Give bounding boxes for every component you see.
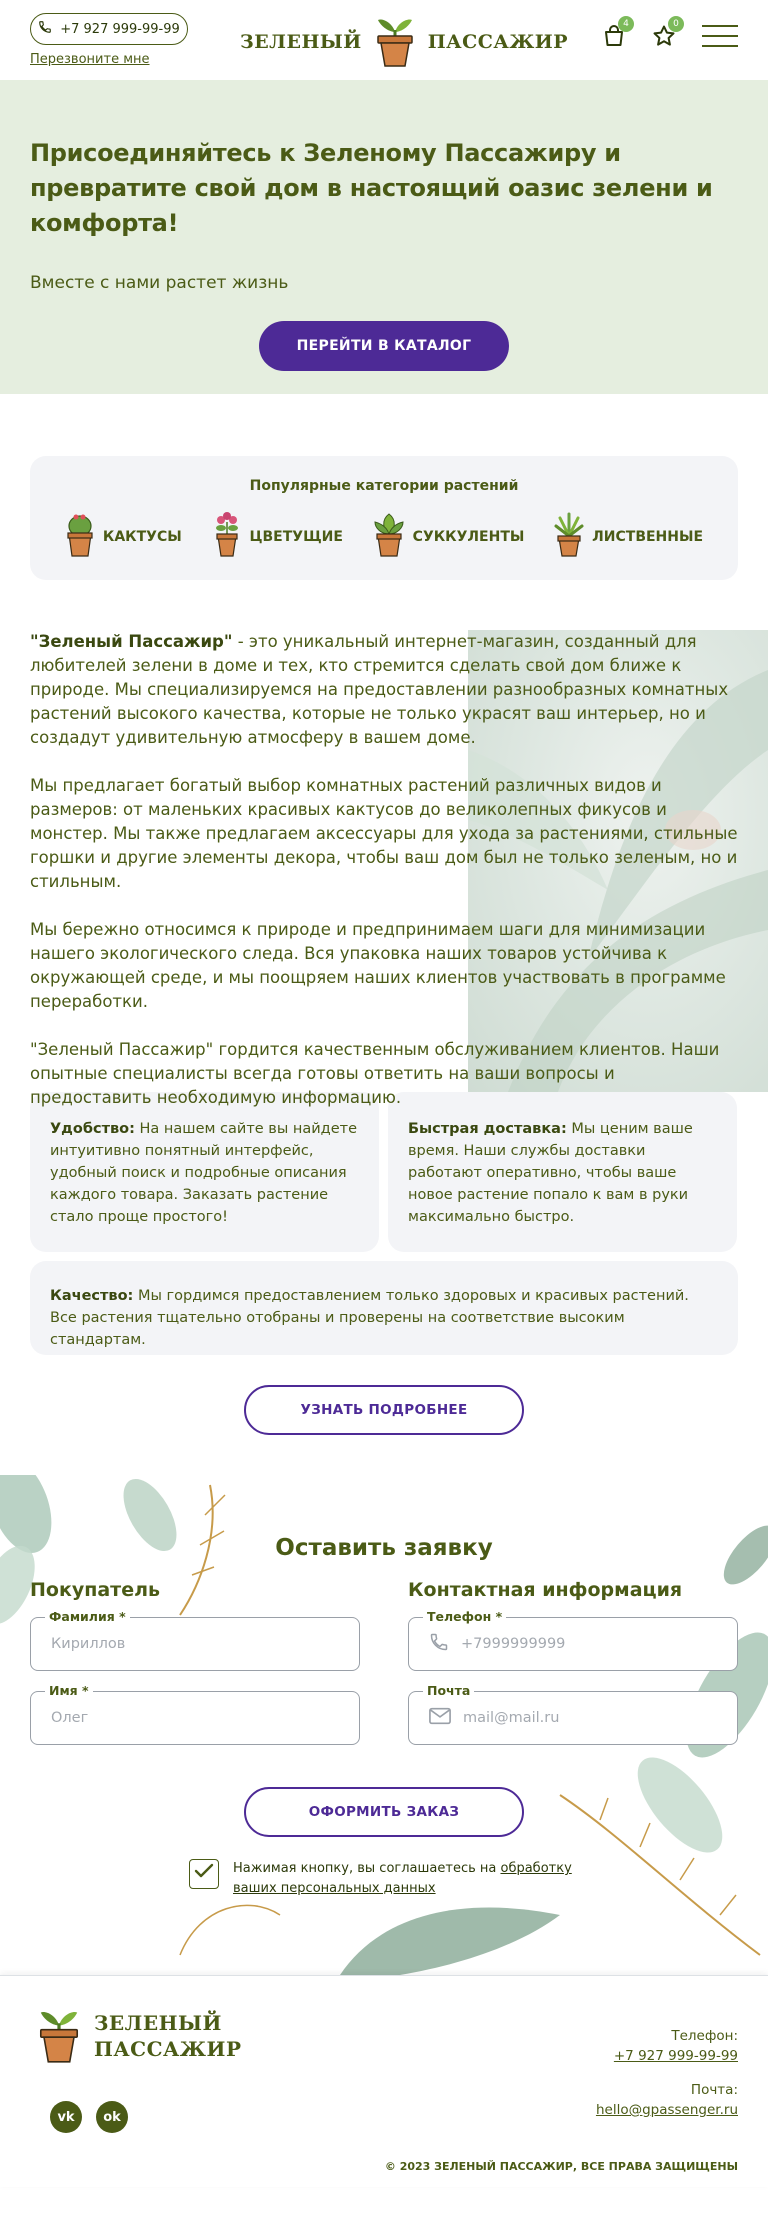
catalog-button[interactable]: ПЕРЕЙТИ В КАТАЛОГ: [259, 321, 509, 371]
category-cacti[interactable]: КАКТУСЫ: [65, 512, 182, 562]
surname-placeholder: Кириллов: [51, 1636, 126, 1652]
copyright: © 2023 ЗЕЛЕНЫЙ ПАССАЖИР, ВСЕ ПРАВА ЗАЩИЩ…: [384, 2160, 738, 2173]
order-form: Покупатель Фамилия * Кириллов Имя * Олег…: [0, 1579, 768, 1765]
about-text: "Зеленый Пассажир" - это уникальный инте…: [0, 630, 768, 1110]
consent-text: Нажимая кнопку, вы соглашаетесь на обраб…: [233, 1861, 572, 1896]
leafy-plant-icon: [554, 512, 584, 562]
email-label: Почта: [423, 1683, 475, 1698]
plant-pot-logo-icon: [36, 2004, 82, 2068]
buyer-column: Покупатель Фамилия * Кириллов Имя * Олег: [30, 1579, 360, 1765]
succulent-icon: [373, 512, 405, 562]
header-phone-button[interactable]: +7 927 999-99-99: [30, 13, 188, 45]
feature-delivery: Быстрая доставка: Мы ценим ваше время. Н…: [388, 1092, 737, 1252]
categories-title: Популярные категории растений: [249, 478, 519, 494]
header-phone-number: +7 927 999-99-99: [60, 21, 180, 37]
category-label: КАКТУСЫ: [102, 529, 182, 545]
buyer-heading: Покупатель: [30, 1579, 161, 1601]
category-label: СУККУЛЕНТЫ: [412, 529, 525, 545]
phone-field[interactable]: Телефон * +7999999999: [408, 1609, 738, 1671]
contact-heading: Контактная информация: [408, 1579, 683, 1601]
category-flowering[interactable]: ЦВЕТУЩИЕ: [212, 512, 343, 562]
site-logo[interactable]: ЗЕЛЕНЫЙ ПАССАЖИР: [240, 12, 568, 72]
callback-link[interactable]: Перезвоните мне: [30, 52, 150, 67]
about-paragraph-3: Мы бережно относимся к природе и предпри…: [30, 920, 726, 1011]
email-field[interactable]: Почта mail@mail.ru: [408, 1683, 738, 1745]
submit-order-button[interactable]: ОФОРМИТЬ ЗАКАЗ: [244, 1787, 524, 1837]
phone-icon: [38, 20, 52, 38]
about-paragraph-4: "Зеленый Пассажир" гордится качественным…: [30, 1040, 720, 1107]
footer-phone-label: Телефон:: [671, 2028, 738, 2044]
odnoklassniki-icon[interactable]: ok: [96, 2101, 128, 2133]
about-section: "Зеленый Пассажир" - это уникальный инте…: [0, 630, 768, 1107]
about-paragraph-2: Мы предлагает богатый выбор комнатных ра…: [30, 776, 738, 891]
consent-checkbox[interactable]: [189, 1859, 219, 1889]
logo-word-right: ПАССАЖИР: [427, 31, 569, 53]
name-label: Имя *: [45, 1683, 93, 1698]
star-icon: [652, 25, 676, 52]
category-succulents[interactable]: СУККУЛЕНТЫ: [373, 512, 525, 562]
footer-email-label: Почта:: [690, 2082, 738, 2098]
hero-subtitle: Вместе с нами растет жизнь: [30, 273, 289, 293]
hero-title: Присоединяйтесь к Зеленому Пассажиру и п…: [30, 139, 713, 237]
category-leafy[interactable]: ЛИСТВЕННЫЕ: [554, 512, 703, 562]
surname-field[interactable]: Фамилия * Кириллов: [30, 1609, 360, 1671]
menu-burger-icon[interactable]: [702, 25, 738, 47]
contact-column: Контактная информация Телефон * +7999999…: [408, 1579, 738, 1765]
phone-icon: [429, 1632, 449, 1656]
flowering-plant-icon: [212, 512, 242, 562]
footer-logo[interactable]: ЗЕЛЕНЫЙ ПАССАЖИР: [36, 2004, 241, 2068]
order-form-section: Оставить заявку Покупатель Фамилия * Кир…: [0, 1475, 768, 1975]
learn-more-button[interactable]: УЗНАТЬ ПОДРОБНЕЕ: [244, 1385, 524, 1435]
mail-icon: [429, 1707, 451, 1729]
footer-logo-text: ЗЕЛЕНЫЙ ПАССАЖИР: [94, 2011, 242, 2061]
popular-categories: Популярные категории растений КАКТУСЫ ЦВ…: [30, 456, 738, 580]
categories-list: КАКТУСЫ ЦВЕТУЩИЕ СУККУЛЕНТЫ ЛИСТВЕННЫЕ: [30, 512, 738, 562]
cart-button[interactable]: 4: [602, 16, 634, 48]
logo-word-left: ЗЕЛЕНЫЙ: [240, 31, 362, 53]
checkmark-icon: [194, 1863, 214, 1886]
shopping-bag-icon: [602, 25, 626, 52]
category-label: ЛИСТВЕННЫЕ: [592, 529, 704, 545]
vk-icon[interactable]: vk: [50, 2101, 82, 2133]
surname-label: Фамилия *: [45, 1609, 130, 1624]
name-field[interactable]: Имя * Олег: [30, 1683, 360, 1745]
footer-contacts: Телефон: +7 927 999-99-99 Почта: hello@g…: [596, 2026, 738, 2134]
footer-phone-link[interactable]: +7 927 999-99-99: [596, 2046, 738, 2066]
favorites-count-badge: 0: [668, 16, 684, 32]
hero-section: Присоединяйтесь к Зеленому Пассажиру и п…: [0, 80, 768, 394]
cart-count-badge: 4: [618, 16, 634, 32]
email-placeholder: mail@mail.ru: [463, 1710, 560, 1726]
footer-email-link[interactable]: hello@gpassenger.ru: [596, 2100, 738, 2120]
phone-placeholder: +7999999999: [461, 1636, 566, 1652]
phone-label: Телефон *: [423, 1609, 507, 1624]
feature-quality: Качество: Мы гордимся предоставлением то…: [30, 1261, 738, 1355]
consent-row: Нажимая кнопку, вы соглашаетесь на обраб…: [189, 1859, 579, 1899]
brand-name-strong: "Зеленый Пассажир": [30, 632, 233, 651]
features-section: Удобство: На нашем сайте вы найдете инту…: [0, 1092, 768, 1435]
cactus-icon: [65, 512, 95, 562]
social-links: vk ok: [50, 2101, 128, 2133]
category-label: ЦВЕТУЩИЕ: [249, 529, 343, 545]
favorites-button[interactable]: 0: [652, 16, 684, 48]
feature-convenience: Удобство: На нашем сайте вы найдете инту…: [30, 1092, 379, 1252]
header-actions: 4 0: [602, 16, 738, 48]
site-footer: ЗЕЛЕНЫЙ ПАССАЖИР vk ok Телефон: +7 927 9…: [0, 1975, 768, 2187]
plant-pot-logo-icon: [374, 12, 416, 72]
name-placeholder: Олег: [51, 1710, 89, 1726]
order-title: Оставить заявку: [275, 1535, 493, 1561]
site-header: +7 927 999-99-99 Перезвоните мне ЗЕЛЕНЫЙ…: [0, 0, 768, 80]
about-paragraph-1: "Зеленый Пассажир" - это уникальный инте…: [30, 632, 729, 747]
